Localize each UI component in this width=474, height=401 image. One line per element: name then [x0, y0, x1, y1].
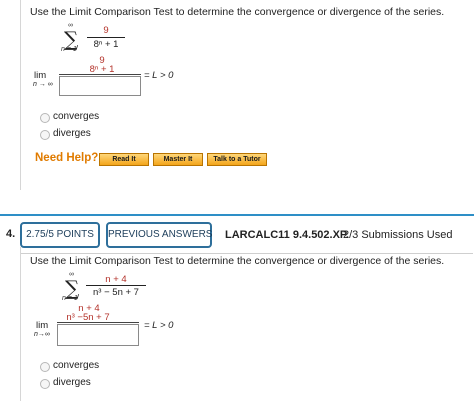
- sum-lower-limit: n = 1: [61, 46, 77, 53]
- question-prompt: Use the Limit Comparison Test to determi…: [30, 6, 445, 18]
- limit-label: lim: [36, 320, 49, 331]
- previous-answers-button[interactable]: PREVIOUS ANSWERS: [106, 222, 212, 248]
- talk-to-tutor-button[interactable]: Talk to a Tutor: [207, 153, 267, 166]
- limit-denominator-input[interactable]: [57, 324, 139, 346]
- master-it-button[interactable]: Master It: [153, 153, 203, 166]
- need-help-label: Need Help?: [35, 152, 99, 164]
- radio-converges[interactable]: [40, 113, 50, 123]
- limit-result: = L > 0: [144, 320, 174, 331]
- limit-label: lim: [34, 70, 47, 81]
- read-it-button[interactable]: Read It: [99, 153, 149, 166]
- series-denominator: 8ⁿ + 1: [93, 39, 119, 50]
- limit-fraction-bar: [59, 74, 141, 75]
- submissions-used: 2/3 Submissions Used: [343, 229, 453, 241]
- course-code: LARCALC11 9.4.502.XP.: [225, 229, 349, 241]
- question-3-panel: Use the Limit Comparison Test to determi…: [20, 0, 473, 190]
- option-converges-label: converges: [53, 360, 100, 371]
- option-diverges-label: diverges: [53, 377, 91, 388]
- radio-diverges[interactable]: [40, 130, 50, 140]
- option-converges-label: converges: [53, 111, 100, 122]
- series-denominator: n³ − 5n + 7: [93, 287, 139, 298]
- fraction-bar: [86, 285, 146, 286]
- limit-denominator-input[interactable]: [59, 76, 141, 96]
- series-numerator: n + 4: [105, 274, 127, 285]
- radio-diverges[interactable]: [40, 379, 50, 389]
- limit-fraction-bar: [57, 322, 139, 323]
- limit-result: = L > 0: [144, 70, 174, 81]
- question-4-panel: Use the Limit Comparison Test to determi…: [20, 247, 473, 401]
- option-diverges-label: diverges: [53, 128, 91, 139]
- limit-subscript: n → ∞: [33, 81, 53, 88]
- radio-converges[interactable]: [40, 362, 50, 372]
- question-prompt: Use the Limit Comparison Test to determi…: [30, 255, 445, 267]
- sum-lower-limit: n = 1: [62, 295, 78, 302]
- series-numerator: 9: [103, 25, 109, 36]
- limit-subscript: n→∞: [34, 331, 50, 338]
- points-button[interactable]: 2.75/5 POINTS: [20, 222, 100, 248]
- fraction-bar: [87, 37, 125, 38]
- question-number: 4.: [6, 228, 16, 240]
